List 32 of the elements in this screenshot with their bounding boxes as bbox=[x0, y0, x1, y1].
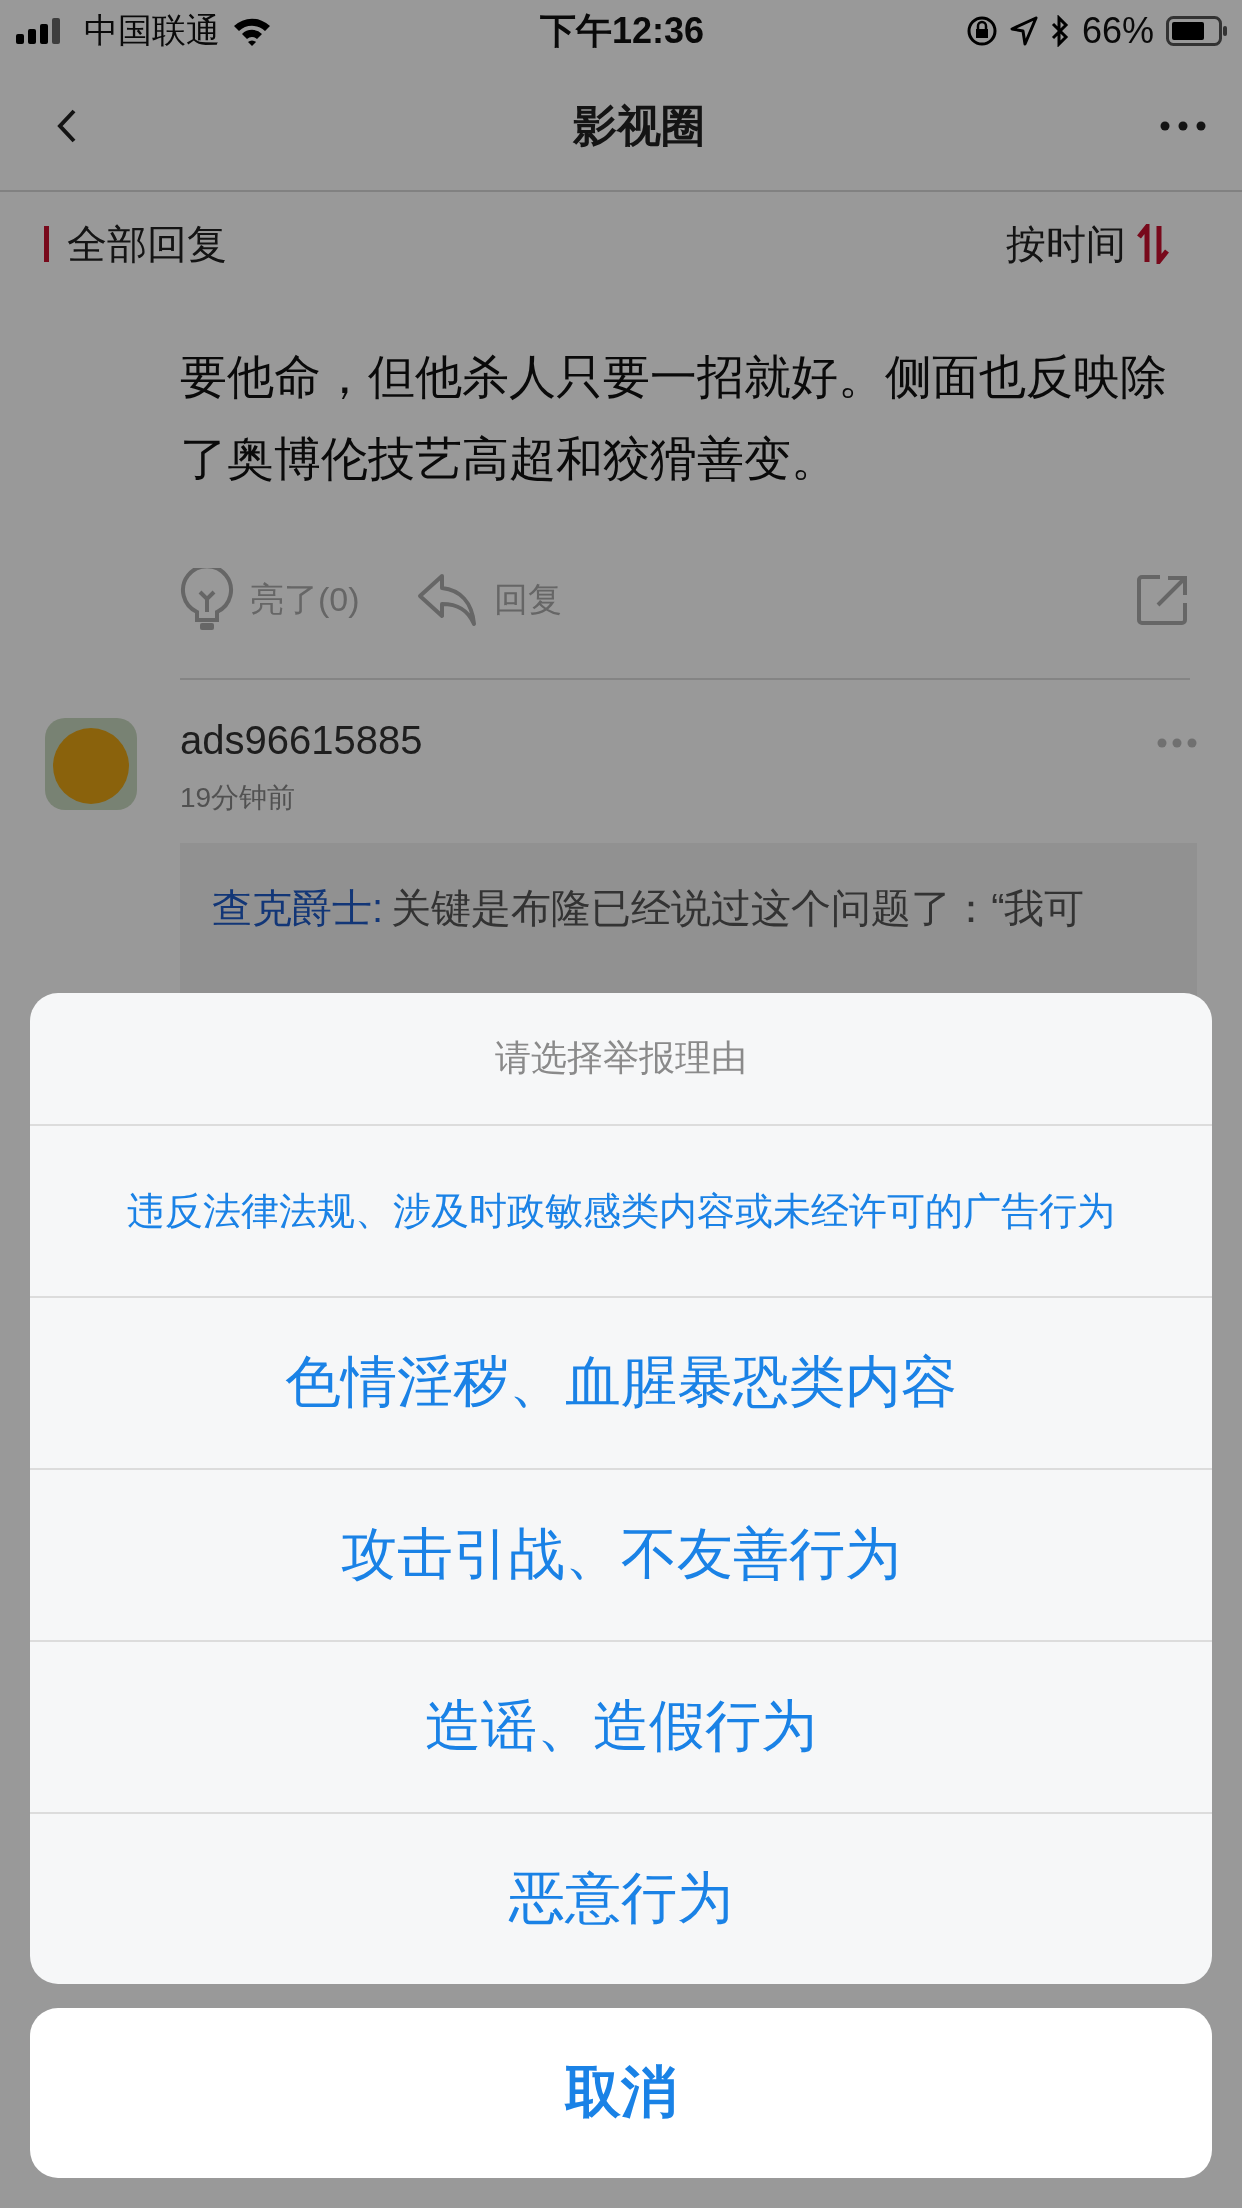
quote-author[interactable]: 查克爵士: bbox=[212, 886, 384, 930]
clock: 下午12:36 bbox=[539, 8, 705, 53]
sheet-title: 请选择举报理由 bbox=[494, 1036, 748, 1080]
back-icon[interactable] bbox=[56, 108, 78, 144]
carrier-name: 中国联通 bbox=[84, 10, 220, 51]
accent-bar bbox=[44, 226, 49, 262]
avatar[interactable] bbox=[45, 718, 137, 810]
rotation-lock-icon bbox=[965, 15, 998, 47]
share-icon[interactable] bbox=[1136, 573, 1190, 627]
section-title: 全部回复 bbox=[67, 220, 227, 268]
sort-icon[interactable] bbox=[1136, 224, 1170, 264]
reply-arrow-icon[interactable] bbox=[415, 572, 478, 628]
comment-text: 要他命，但他杀人只要一招就好。侧面也反映除 bbox=[180, 349, 1167, 405]
location-icon bbox=[1009, 16, 1038, 46]
comment-text: 了奥博伦技艺高超和狡猾善变。 bbox=[180, 431, 838, 487]
report-option[interactable]: 造谣、造假行为 bbox=[30, 1640, 1212, 1812]
lightbulb-icon[interactable] bbox=[180, 568, 234, 632]
post-time: 19分钟前 bbox=[180, 781, 297, 815]
page-title: 影视圈 bbox=[573, 99, 705, 152]
battery-icon bbox=[1166, 16, 1228, 46]
battery-percent: 66% bbox=[1081, 10, 1154, 52]
more-icon[interactable] bbox=[1160, 121, 1206, 131]
report-option[interactable]: 攻击引战、不友善行为 bbox=[30, 1468, 1212, 1640]
wifi-icon bbox=[232, 16, 272, 46]
sort-label[interactable]: 按时间 bbox=[1006, 216, 1126, 272]
cancel-button[interactable]: 取消 bbox=[30, 2008, 1212, 2178]
report-option[interactable]: 恶意行为 bbox=[30, 1812, 1212, 1984]
quote-text: 关键是布隆已经说过这个问题了：“我可 bbox=[391, 886, 1085, 930]
bluetooth-icon bbox=[1049, 15, 1070, 47]
report-option[interactable]: 色情淫秽、血腥暴恐类内容 bbox=[30, 1296, 1212, 1468]
report-option[interactable]: 违反法律法规、涉及时政敏感类内容或未经许可的广告行为 bbox=[30, 1124, 1212, 1296]
user-name[interactable]: ads96615885 bbox=[180, 718, 423, 763]
